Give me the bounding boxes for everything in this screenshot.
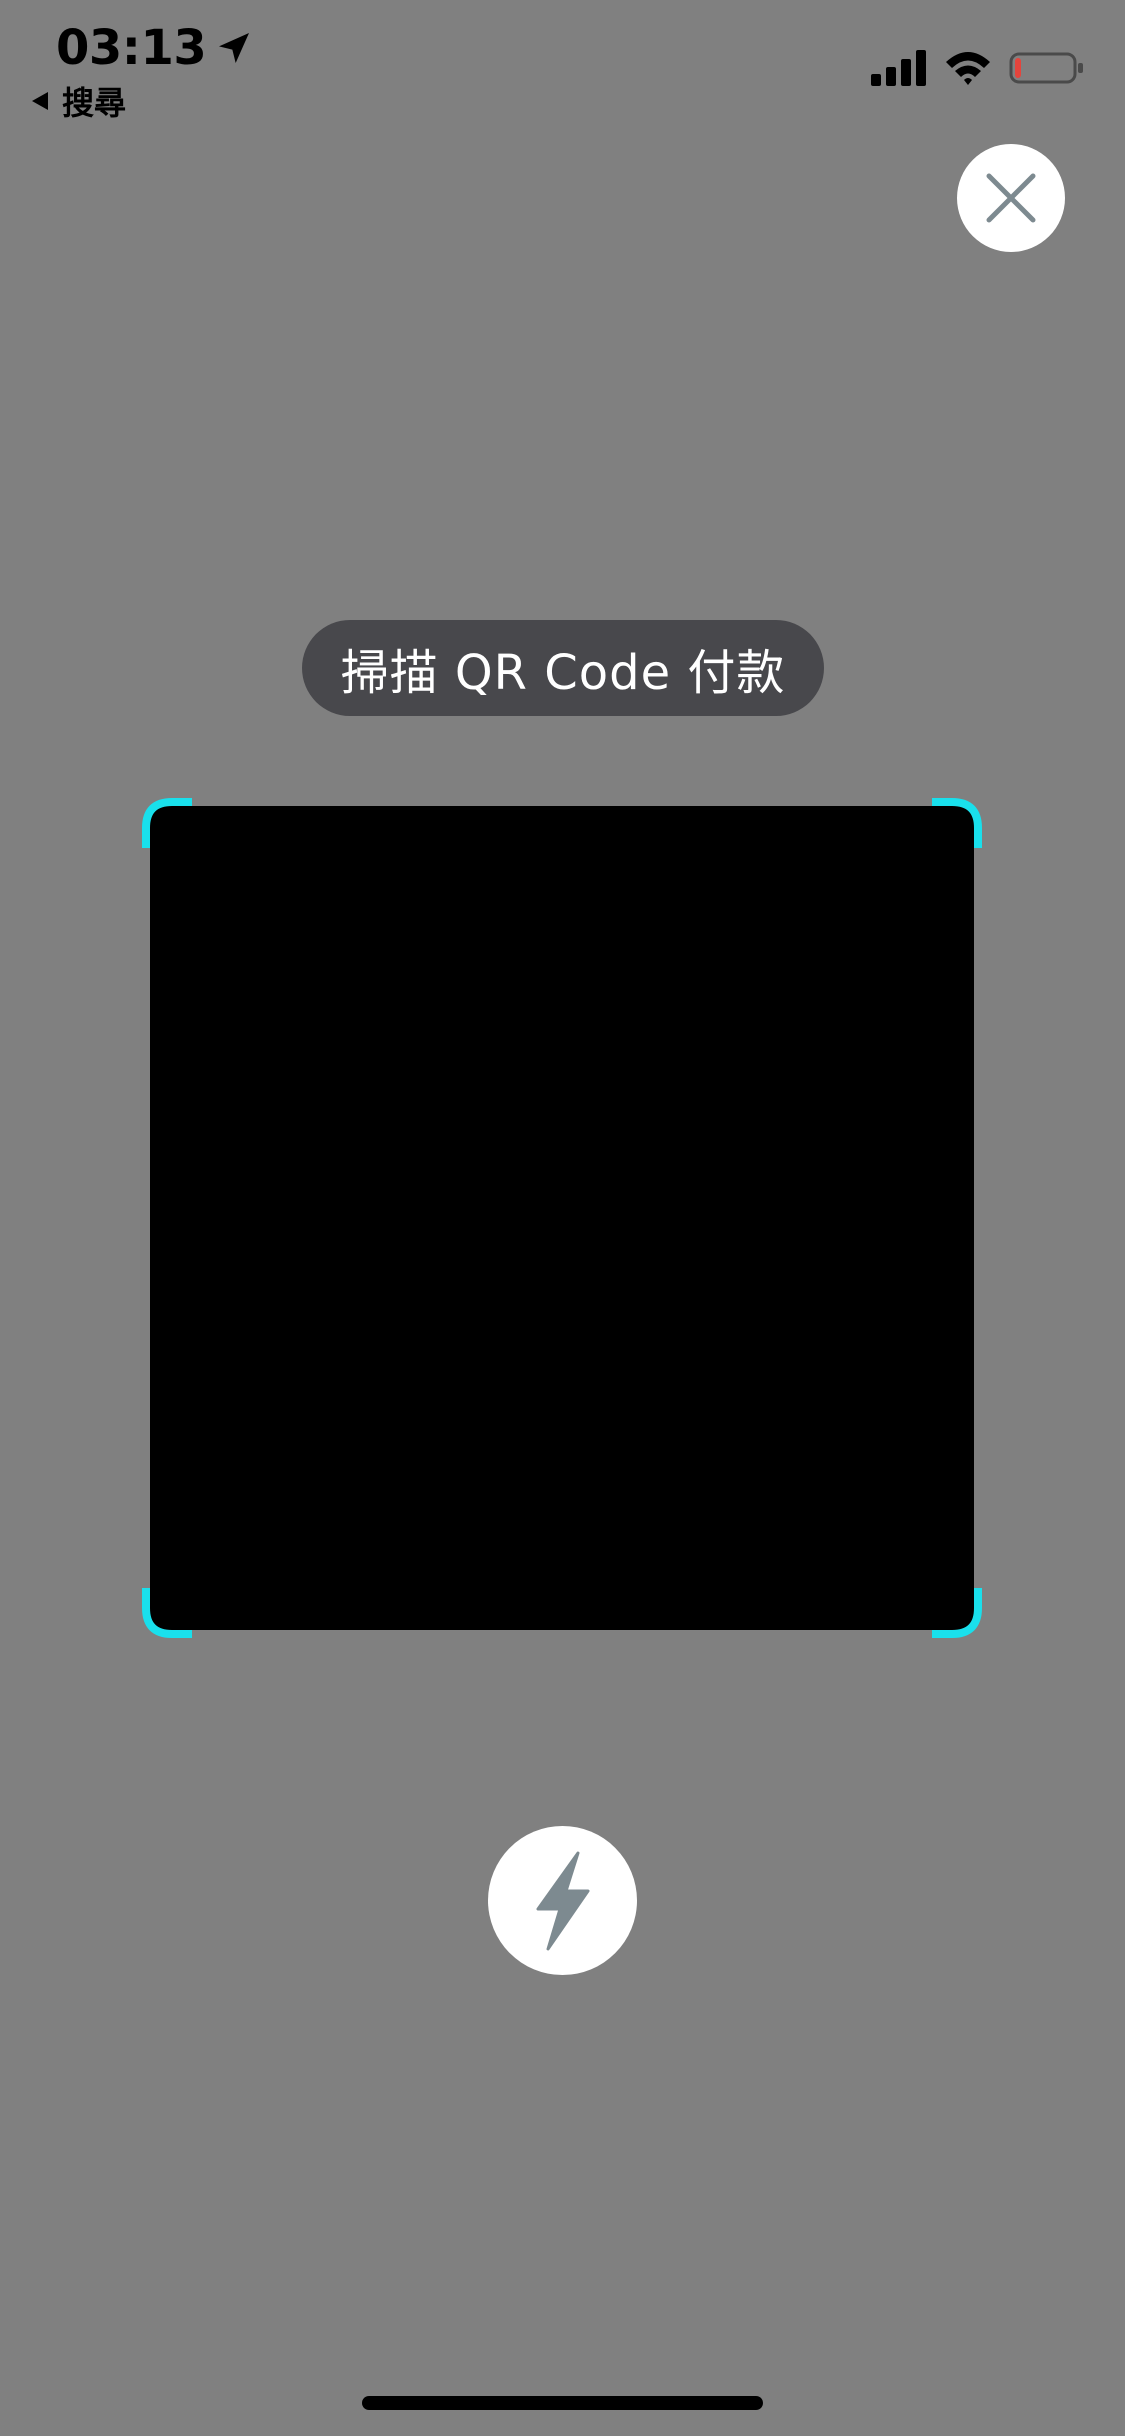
camera-viewfinder bbox=[150, 806, 974, 1630]
back-to-search-link[interactable]: 搜尋 bbox=[28, 78, 126, 124]
close-button[interactable] bbox=[957, 144, 1065, 252]
close-icon bbox=[986, 173, 1036, 223]
back-triangle-icon bbox=[32, 92, 48, 110]
back-label: 搜尋 bbox=[62, 84, 127, 122]
wifi-icon bbox=[946, 52, 990, 85]
flash-toggle-button[interactable] bbox=[488, 1826, 637, 1975]
clock: 03:13 bbox=[56, 20, 254, 76]
scan-hint-text: 掃描 QR Code 付款 bbox=[340, 645, 786, 701]
battery-low-icon bbox=[1009, 52, 1083, 84]
status-time: 03:13 bbox=[56, 20, 207, 76]
home-indicator[interactable] bbox=[362, 2396, 763, 2410]
flash-icon bbox=[536, 1851, 589, 1950]
location-arrow-icon bbox=[219, 33, 250, 63]
status-bar: 03:13 搜尋 bbox=[0, 0, 1125, 140]
cellular-signal-icon bbox=[871, 50, 926, 86]
scan-hint-pill: 掃描 QR Code 付款 bbox=[302, 620, 824, 716]
status-indicators bbox=[871, 48, 1085, 88]
